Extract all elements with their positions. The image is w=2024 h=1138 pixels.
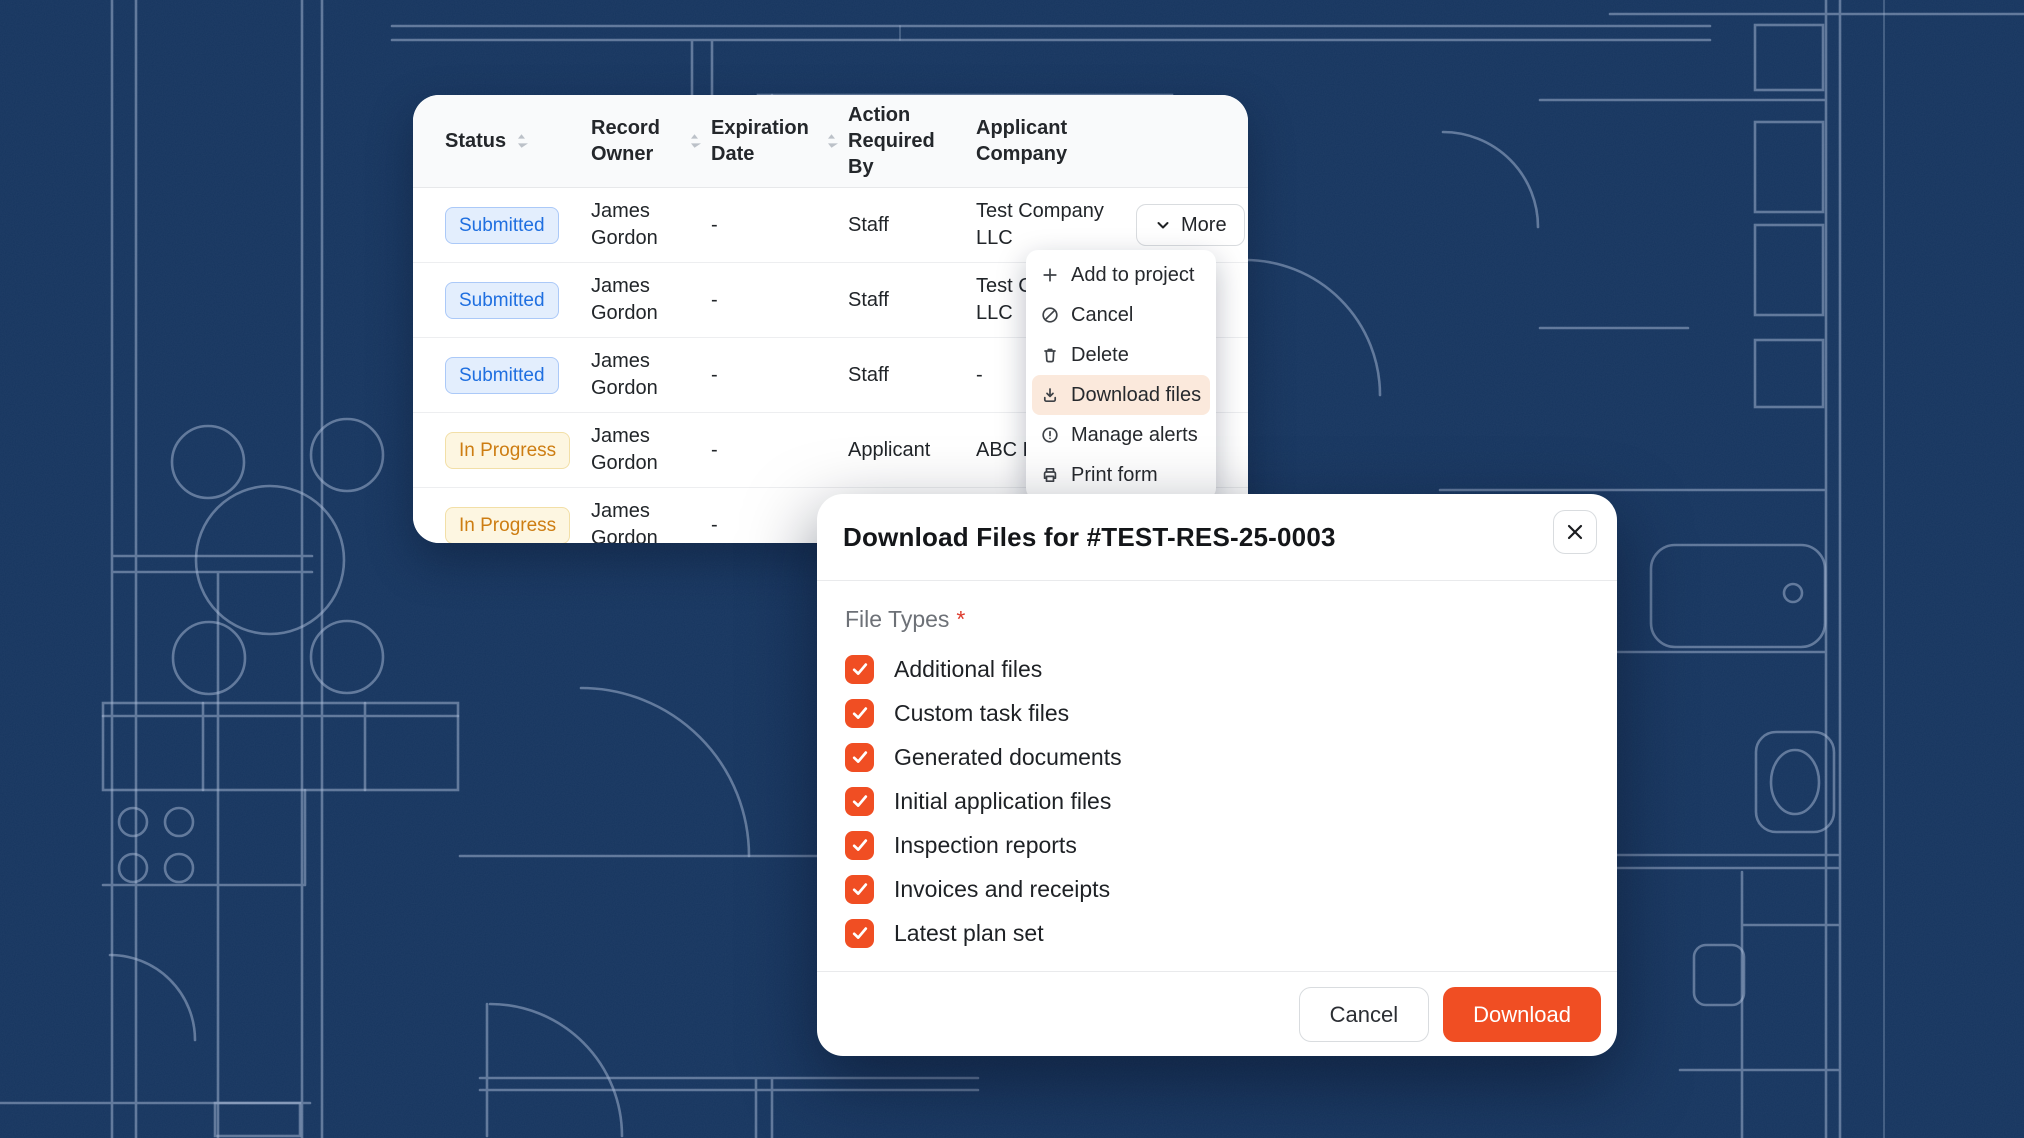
modal-footer: Cancel Download xyxy=(817,971,1617,1056)
menu-item-label: Add to project xyxy=(1071,264,1194,287)
status-badge: In Progress xyxy=(445,507,570,544)
expiration-date-cell: - xyxy=(711,362,848,389)
download-icon xyxy=(1040,385,1060,405)
column-header-label: Expiration Date xyxy=(711,115,816,167)
action-required-by-cell: Staff xyxy=(848,212,976,239)
table-header-row: Status Record Owner Expiration Date Acti… xyxy=(413,95,1248,188)
file-type-option[interactable]: Latest plan set xyxy=(845,911,1589,955)
sort-icon[interactable] xyxy=(825,131,838,151)
cancel-icon xyxy=(1040,305,1060,325)
status-badge: In Progress xyxy=(445,432,570,469)
record-owner-cell: James Gordon xyxy=(591,423,711,477)
action-required-by-cell: Applicant xyxy=(848,437,976,464)
row-actions-cell: More xyxy=(1136,204,1248,246)
modal-title: Download Files for #TEST-RES-25-0003 xyxy=(843,522,1537,553)
checkbox-checked-icon[interactable] xyxy=(845,875,874,904)
file-type-label: Custom task files xyxy=(894,700,1069,727)
column-header-label: Action Required By xyxy=(848,102,954,180)
file-type-option[interactable]: Generated documents xyxy=(845,735,1589,779)
record-owner-cell: James Gordon xyxy=(591,198,711,252)
column-header[interactable]: Status xyxy=(445,128,591,154)
column-header[interactable]: Applicant Company xyxy=(976,115,1136,167)
printer-icon xyxy=(1040,465,1060,485)
file-type-label: Latest plan set xyxy=(894,920,1044,947)
file-type-option[interactable]: Initial application files xyxy=(845,779,1589,823)
status-badge: Submitted xyxy=(445,207,559,244)
expiration-date-cell: - xyxy=(711,437,848,464)
plus-icon xyxy=(1040,265,1060,285)
checkbox-checked-icon[interactable] xyxy=(845,699,874,728)
column-header[interactable]: Action Required By xyxy=(848,102,976,180)
file-type-label: Generated documents xyxy=(894,744,1122,771)
close-button[interactable] xyxy=(1553,510,1597,554)
file-type-option[interactable]: Custom task files xyxy=(845,691,1589,735)
checkbox-checked-icon[interactable] xyxy=(845,831,874,860)
menu-item[interactable]: Cancel xyxy=(1032,295,1210,335)
menu-item-label: Download files xyxy=(1071,384,1201,407)
record-owner-cell: James Gordon xyxy=(591,348,711,402)
column-header-label: Applicant Company xyxy=(976,115,1082,167)
status-badge: Submitted xyxy=(445,282,559,319)
expiration-date-cell: - xyxy=(711,287,848,314)
file-type-option[interactable]: Invoices and receipts xyxy=(845,867,1589,911)
download-button[interactable]: Download xyxy=(1443,987,1601,1042)
status-cell: Submitted xyxy=(445,357,591,394)
download-files-modal: Download Files for #TEST-RES-25-0003 Fil… xyxy=(817,494,1617,1056)
status-badge: Submitted xyxy=(445,357,559,394)
column-header[interactable]: Expiration Date xyxy=(711,115,848,167)
menu-item[interactable]: Print form xyxy=(1032,455,1210,495)
menu-item-label: Print form xyxy=(1071,464,1158,487)
status-cell: In Progress xyxy=(445,432,591,469)
menu-item-label: Delete xyxy=(1071,344,1129,367)
menu-item[interactable]: Manage alerts xyxy=(1032,415,1210,455)
menu-item[interactable]: Download files xyxy=(1032,375,1210,415)
file-types-list: Additional files Custom task files Gener… xyxy=(845,647,1589,955)
applicant-company-cell: Test Company LLC xyxy=(976,198,1136,252)
column-header-label: Status xyxy=(445,128,506,154)
column-header-label: Record Owner xyxy=(591,115,679,167)
action-required-by-cell: Staff xyxy=(848,287,976,314)
checkbox-checked-icon[interactable] xyxy=(845,919,874,948)
more-button[interactable]: More xyxy=(1136,204,1245,246)
sort-icon[interactable] xyxy=(688,131,701,151)
file-type-label: Invoices and receipts xyxy=(894,876,1110,903)
required-asterisk: * xyxy=(956,606,965,632)
alert-icon xyxy=(1040,425,1060,445)
menu-item-label: Manage alerts xyxy=(1071,424,1198,447)
sort-icon[interactable] xyxy=(515,131,528,151)
status-cell: Submitted xyxy=(445,207,591,244)
file-type-label: Initial application files xyxy=(894,788,1111,815)
screen: Status Record Owner Expiration Date Acti… xyxy=(0,0,2024,1138)
expiration-date-cell: - xyxy=(711,212,848,239)
status-cell: Submitted xyxy=(445,282,591,319)
trash-icon xyxy=(1040,345,1060,365)
more-button-label: More xyxy=(1181,214,1227,237)
record-owner-cell: James Gordon xyxy=(591,273,711,327)
column-header[interactable]: Record Owner xyxy=(591,115,711,167)
checkbox-checked-icon[interactable] xyxy=(845,743,874,772)
action-required-by-cell: Staff xyxy=(848,362,976,389)
modal-body: File Types* Additional files Custom task… xyxy=(817,581,1617,971)
close-icon xyxy=(1564,521,1586,543)
status-cell: In Progress xyxy=(445,507,591,544)
file-types-label: File Types* xyxy=(845,606,1589,633)
record-owner-cell: James Gordon xyxy=(591,498,711,543)
file-type-label: Additional files xyxy=(894,656,1042,683)
cancel-button[interactable]: Cancel xyxy=(1299,987,1429,1042)
more-actions-menu: Add to project Cancel Delete Download fi… xyxy=(1026,250,1216,500)
checkbox-checked-icon[interactable] xyxy=(845,655,874,684)
file-type-label: Inspection reports xyxy=(894,832,1077,859)
file-type-option[interactable]: Additional files xyxy=(845,647,1589,691)
checkbox-checked-icon[interactable] xyxy=(845,787,874,816)
menu-item-label: Cancel xyxy=(1071,304,1133,327)
chevron-down-icon xyxy=(1154,216,1172,234)
menu-item[interactable]: Add to project xyxy=(1032,255,1210,295)
modal-header: Download Files for #TEST-RES-25-0003 xyxy=(817,494,1617,581)
menu-item[interactable]: Delete xyxy=(1032,335,1210,375)
file-type-option[interactable]: Inspection reports xyxy=(845,823,1589,867)
